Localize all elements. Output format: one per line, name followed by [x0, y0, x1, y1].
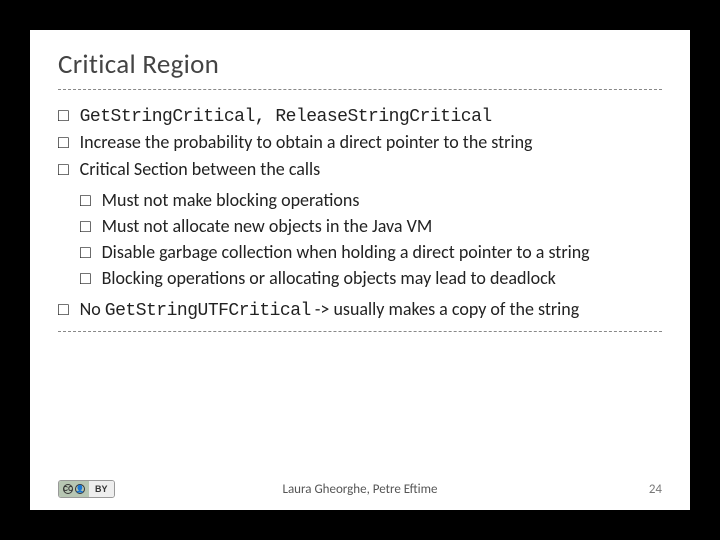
- bullet-1: GetStringCritical, ReleaseStringCritical: [58, 104, 662, 129]
- sub-bullet-1: Must not make blocking operations: [80, 189, 662, 214]
- bullet-3: Critical Section between the calls: [58, 158, 662, 183]
- sub-bullets: Must not make blocking operations Must n…: [80, 189, 662, 292]
- divider-bottom: [58, 331, 662, 332]
- bullet-4: No GetStringUTFCritical -> usually makes…: [58, 298, 662, 323]
- sub-bullet-2: Must not allocate new objects in the Jav…: [80, 215, 662, 240]
- sub-bullet-3: Disable garbage collection when holding …: [80, 241, 662, 266]
- footer: CC 👤 BY Laura Gheorghe, Petre Eftime 24: [58, 480, 662, 498]
- slide-body: GetStringCritical, ReleaseStringCritical…: [58, 104, 662, 323]
- slide-title: Critical Region: [58, 48, 662, 81]
- bullet-2: Increase the probability to obtain a dir…: [58, 131, 662, 156]
- slide: Critical Region GetStringCritical, Relea…: [30, 30, 690, 510]
- sub-bullet-4: Blocking operations or allocating object…: [80, 267, 662, 292]
- divider-top: [58, 89, 662, 90]
- footer-authors: Laura Gheorghe, Petre Eftime: [58, 482, 662, 497]
- bullet-4-pre: No: [80, 298, 105, 320]
- bullet-1-code: GetStringCritical, ReleaseStringCritical: [80, 107, 492, 127]
- bullet-4-code: GetStringUTFCritical: [105, 301, 311, 321]
- page-number: 24: [649, 482, 662, 497]
- bullet-4-post: -> usually makes a copy of the string: [311, 298, 579, 320]
